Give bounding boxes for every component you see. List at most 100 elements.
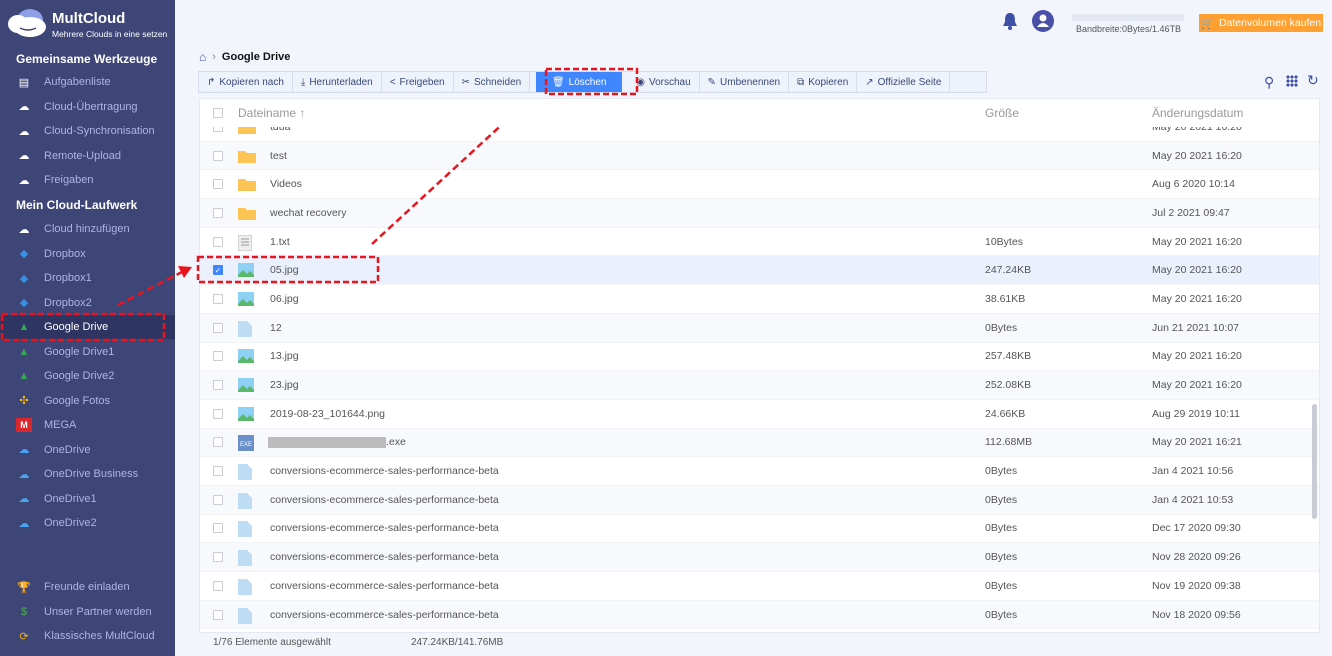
toolbar-icon: ◉ (636, 76, 645, 88)
toolbar-kopieren-button[interactable]: ⧉ Kopieren (789, 72, 858, 92)
file-name[interactable]: Videos (270, 178, 302, 190)
dollar-icon: $ (20, 605, 28, 618)
table-row[interactable]: EXE .exe 112.68MB May 20 2021 16:21 (200, 428, 1319, 458)
table-row[interactable]: wechat recovery Jul 2 2021 09:47 (200, 199, 1319, 228)
toolbar-vorschau-button[interactable]: ◉ Vorschau (628, 72, 700, 92)
file-name[interactable]: test (270, 150, 287, 162)
sidebar-item-cloud-bertragung[interactable]: ☁ Cloud-Übertragung (0, 95, 175, 119)
sidebar-item-remote-upload[interactable]: ☁ Remote-Upload (0, 144, 175, 168)
table-row[interactable]: 1.txt 10Bytes May 20 2021 16:20 (200, 228, 1319, 257)
row-checkbox[interactable] (213, 380, 223, 391)
sidebar-item-onedrive-business[interactable]: ☁ OneDrive Business (0, 462, 175, 486)
row-checkbox[interactable] (213, 609, 223, 620)
table-row[interactable]: 2019-08-23_101644.png 24.66KB Aug 29 2019 … (200, 400, 1319, 429)
file-name[interactable]: conversions-ecommerce-sales-performance-… (270, 609, 499, 621)
sidebar-item-google-drive1[interactable]: ▲ Google Drive1 (0, 340, 175, 364)
toolbar-umbenennen-button[interactable]: ✎ Umbenennen (700, 72, 790, 92)
row-checkbox[interactable] (213, 408, 223, 419)
file-name[interactable]: 06.jpg (270, 293, 299, 305)
home-icon[interactable]: ⌂ (199, 50, 206, 64)
buy-button[interactable]: 🛒 Datenvolumen kaufen (1199, 14, 1323, 32)
search-icon[interactable]: ⚲ (1264, 74, 1274, 91)
sidebar-item-unser-partner-werden[interactable]: $ Unser Partner werden (0, 600, 175, 624)
sidebar-item-freigaben[interactable]: ☁ Freigaben (0, 168, 175, 192)
file-name[interactable]: 2019-08-23_101644.png (270, 408, 385, 420)
file-table: Dateiname ↑ Größe Änderungsdatum tduaMay… (199, 98, 1320, 633)
row-checkbox[interactable] (213, 523, 223, 534)
col-name[interactable]: Dateiname ↑ (238, 106, 305, 120)
row-checkbox[interactable] (213, 580, 223, 591)
row-checkbox[interactable] (213, 466, 223, 477)
toolbar-schneiden-button[interactable]: ✂ Schneiden (454, 72, 531, 92)
sidebar-item-mega[interactable]: M MEGA (0, 413, 175, 437)
sidebar-item-google-fotos[interactable]: ✣ Google Fotos (0, 389, 175, 413)
select-all-checkbox[interactable] (213, 108, 223, 118)
sidebar-item-dropbox[interactable]: ◆ Dropbox (0, 242, 175, 266)
toolbar-herunterladen-button[interactable]: ⤓ Herunterladen (293, 72, 382, 92)
table-row[interactable]: 12 0Bytes Jun 21 2021 10:07 (200, 313, 1319, 343)
table-row[interactable]: conversions-ecommerce-sales-performance-… (200, 457, 1319, 486)
toolbar-kopieren-nach-button[interactable]: ↱ Kopieren nach (199, 72, 293, 92)
file-date: Nov 19 2020 09:38 (1152, 579, 1241, 592)
sidebar-item-klassisches-multcloud[interactable]: ⟳ Klassisches MultCloud (0, 624, 175, 648)
logo[interactable]: MultCloud Mehrere Clouds in eine setzen (4, 4, 174, 44)
toolbar-offizielle-seite-button[interactable]: ↗ Offizielle Seite (857, 72, 951, 92)
table-row[interactable]: test May 20 2021 16:20 (200, 141, 1319, 171)
row-checkbox[interactable] (213, 552, 223, 563)
toolbar-freigeben-button[interactable]: < Freigeben (382, 72, 454, 92)
row-checkbox[interactable] (213, 351, 223, 362)
file-name[interactable]: 12 (270, 322, 282, 334)
table-row[interactable]: conversions-ecommerce-sales-performance-… (200, 515, 1319, 544)
row-checkbox[interactable] (213, 293, 223, 304)
sidebar-item-google-drive2[interactable]: ▲ Google Drive2 (0, 364, 175, 388)
user-avatar-icon[interactable] (1032, 10, 1054, 32)
row-checkbox[interactable] (213, 150, 223, 161)
bell-icon[interactable] (1001, 11, 1019, 31)
file-name[interactable]: conversions-ecommerce-sales-performance-… (270, 494, 499, 506)
table-row[interactable]: 13.jpg 257.48KB May 20 2021 16:20 (200, 343, 1319, 372)
table-row[interactable]: conversions-ecommerce-sales-performance-… (200, 600, 1319, 630)
row-checkbox[interactable] (213, 437, 223, 448)
sidebar-item-freunde-einladen[interactable]: 🏆 Freunde einladen (0, 575, 175, 599)
file-name[interactable]: .exe (268, 436, 406, 448)
toolbar-löschen-button[interactable]: 🗑 Löschen (536, 72, 623, 92)
sidebar-item-dropbox2[interactable]: ◆ Dropbox2 (0, 291, 175, 315)
file-name[interactable]: wechat recovery (270, 207, 346, 219)
file-date: May 20 2021 16:20 (1152, 264, 1242, 277)
sidebar-item-onedrive1[interactable]: ☁ OneDrive1 (0, 487, 175, 511)
sidebar-item-onedrive2[interactable]: ☁ OneDrive2 (0, 511, 175, 535)
row-checkbox[interactable] (213, 236, 223, 247)
sidebar-item-aufgabenliste[interactable]: ▤ Aufgabenliste (0, 70, 175, 94)
row-checkbox[interactable]: ✓ (213, 265, 223, 276)
table-row[interactable]: ✓ 05.jpg 247.24KB May 20 2021 16:20 (200, 256, 1319, 286)
table-row[interactable]: conversions-ecommerce-sales-performance-… (200, 572, 1319, 601)
file-name[interactable]: conversions-ecommerce-sales-performance-… (270, 522, 499, 534)
refresh-icon[interactable]: ↻ (1307, 72, 1319, 89)
file-name[interactable]: conversions-ecommerce-sales-performance-… (270, 551, 499, 563)
row-checkbox[interactable] (213, 179, 223, 190)
sidebar-item-cloud-hinzuf-gen[interactable]: ☁ Cloud hinzufügen (0, 217, 175, 241)
col-date[interactable]: Änderungsdatum (1152, 106, 1243, 120)
sidebar-item-google-drive[interactable]: ▲ Google Drive (0, 315, 175, 339)
file-name[interactable]: 13.jpg (270, 350, 299, 362)
sidebar-item-onedrive[interactable]: ☁ OneDrive (0, 438, 175, 462)
sidebar-item-cloud-synchronisation[interactable]: ☁ Cloud-Synchronisation (0, 119, 175, 143)
table-row[interactable]: 23.jpg 252.08KB May 20 2021 16:20 (200, 371, 1319, 400)
file-name[interactable]: 1.txt (270, 236, 290, 248)
table-row[interactable]: Videos Aug 6 2020 10:14 (200, 170, 1319, 200)
file-name[interactable]: 05.jpg (270, 264, 299, 276)
table-row[interactable]: conversions-ecommerce-sales-performance-… (200, 485, 1319, 515)
file-name[interactable]: conversions-ecommerce-sales-performance-… (270, 465, 499, 477)
file-date: May 20 2021 16:21 (1152, 436, 1242, 449)
row-checkbox[interactable] (213, 322, 223, 333)
table-row[interactable]: conversions-ecommerce-sales-performance-… (200, 543, 1319, 572)
sidebar-item-dropbox1[interactable]: ◆ Dropbox1 (0, 266, 175, 290)
col-size[interactable]: Größe (985, 106, 1019, 120)
scrollbar[interactable] (1312, 404, 1317, 519)
row-checkbox[interactable] (213, 494, 223, 505)
grid-view-icon[interactable] (1286, 75, 1298, 87)
file-name[interactable]: conversions-ecommerce-sales-performance-… (270, 580, 499, 592)
file-name[interactable]: 23.jpg (270, 379, 299, 391)
row-checkbox[interactable] (213, 207, 223, 218)
table-row[interactable]: 06.jpg 38.61KB May 20 2021 16:20 (200, 285, 1319, 314)
